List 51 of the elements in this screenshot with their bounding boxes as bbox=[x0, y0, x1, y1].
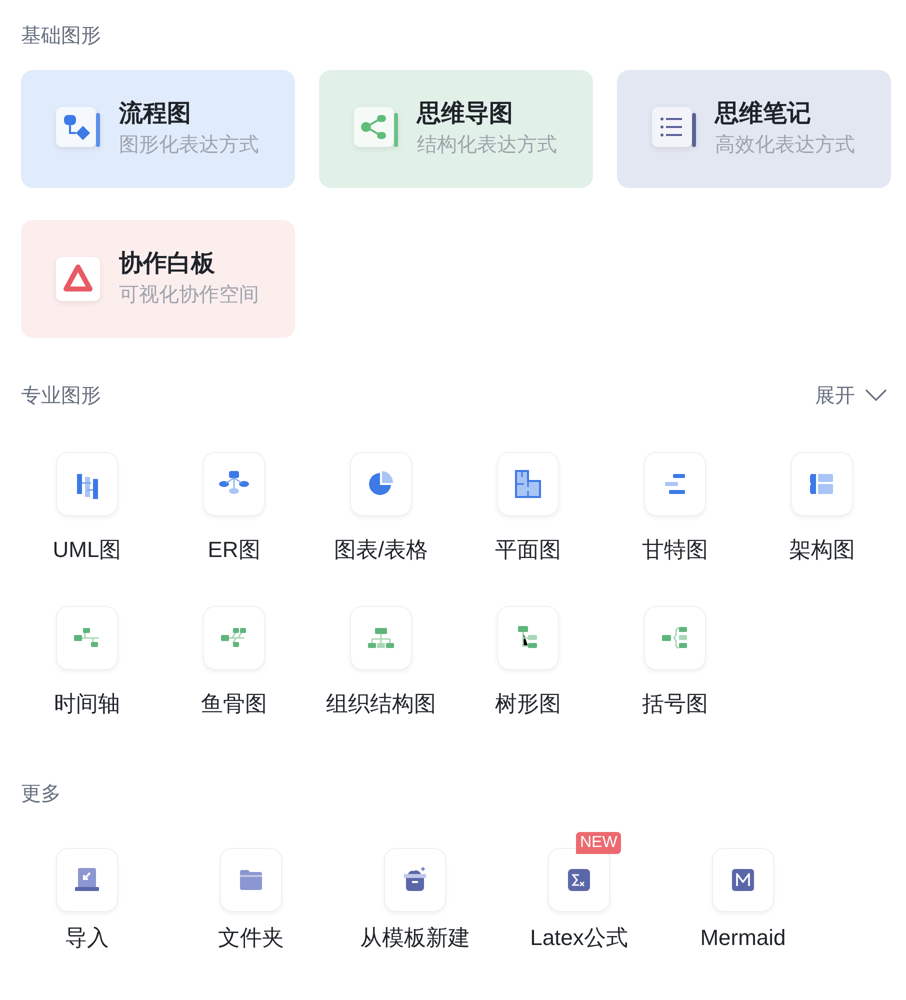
expand-button[interactable]: 展开 bbox=[815, 382, 887, 408]
tool-button[interactable] bbox=[384, 848, 446, 912]
tool-label: 树形图 bbox=[495, 692, 561, 716]
card-title: 流程图 bbox=[119, 99, 192, 129]
tool-label: Latex公式 bbox=[530, 926, 628, 950]
tool-button[interactable] bbox=[644, 606, 706, 670]
tool-label: 架构图 bbox=[789, 538, 855, 562]
card-title: 协作白板 bbox=[119, 249, 216, 279]
section-title: 基础图形 bbox=[21, 24, 101, 48]
tool-label: 导入 bbox=[65, 926, 109, 950]
section-title: 更多 bbox=[21, 782, 61, 806]
tool-button[interactable] bbox=[203, 452, 265, 516]
floor-plan-icon bbox=[512, 468, 544, 500]
tool-button[interactable] bbox=[220, 848, 282, 912]
card-subtitle: 图形化表达方式 bbox=[119, 133, 259, 158]
diagram-type-card[interactable]: 流程图 图形化表达方式 bbox=[21, 70, 295, 188]
tool-button[interactable] bbox=[644, 452, 706, 516]
tool-button[interactable] bbox=[56, 606, 118, 670]
tool-label: 文件夹 bbox=[218, 926, 284, 950]
tool-button[interactable] bbox=[497, 606, 559, 670]
new-badge: NEW bbox=[576, 832, 622, 854]
tool-label: Mermaid bbox=[700, 926, 786, 950]
tool-label: 组织结构图 bbox=[326, 692, 436, 716]
diagram-type-card[interactable]: 思维笔记 高效化表达方式 bbox=[617, 70, 891, 188]
chevron-down-icon bbox=[865, 389, 887, 401]
tool-button[interactable] bbox=[350, 606, 412, 670]
tool-button[interactable] bbox=[548, 848, 610, 912]
tool-button[interactable] bbox=[56, 848, 118, 912]
card-title: 思维笔记 bbox=[715, 99, 812, 129]
tool-label: 从模板新建 bbox=[360, 926, 470, 950]
tool-button[interactable] bbox=[497, 452, 559, 516]
card-subtitle: 高效化表达方式 bbox=[715, 133, 855, 158]
tool-button[interactable] bbox=[350, 452, 412, 516]
tool-label: 甘特图 bbox=[642, 538, 708, 562]
tool-label: 鱼骨图 bbox=[201, 692, 267, 716]
section-title: 专业图形 bbox=[21, 384, 101, 408]
card-subtitle: 结构化表达方式 bbox=[417, 133, 557, 158]
tool-label: 括号图 bbox=[642, 692, 708, 716]
tool-button[interactable] bbox=[712, 848, 774, 912]
tool-button[interactable] bbox=[56, 452, 118, 516]
tool-label: 图表/表格 bbox=[334, 538, 428, 562]
card-subtitle: 可视化协作空间 bbox=[119, 283, 259, 308]
tool-label: 时间轴 bbox=[54, 692, 120, 716]
diagram-type-card[interactable]: 协作白板 可视化协作空间 bbox=[21, 220, 295, 338]
tool-label: UML图 bbox=[52, 538, 122, 562]
tool-label: 平面图 bbox=[495, 538, 561, 562]
diagram-type-card[interactable]: 思维导图 结构化表达方式 bbox=[319, 70, 593, 188]
tool-button[interactable] bbox=[791, 452, 853, 516]
tool-button[interactable] bbox=[203, 606, 265, 670]
tool-label: ER图 bbox=[208, 538, 260, 562]
card-title: 思维导图 bbox=[417, 99, 514, 129]
